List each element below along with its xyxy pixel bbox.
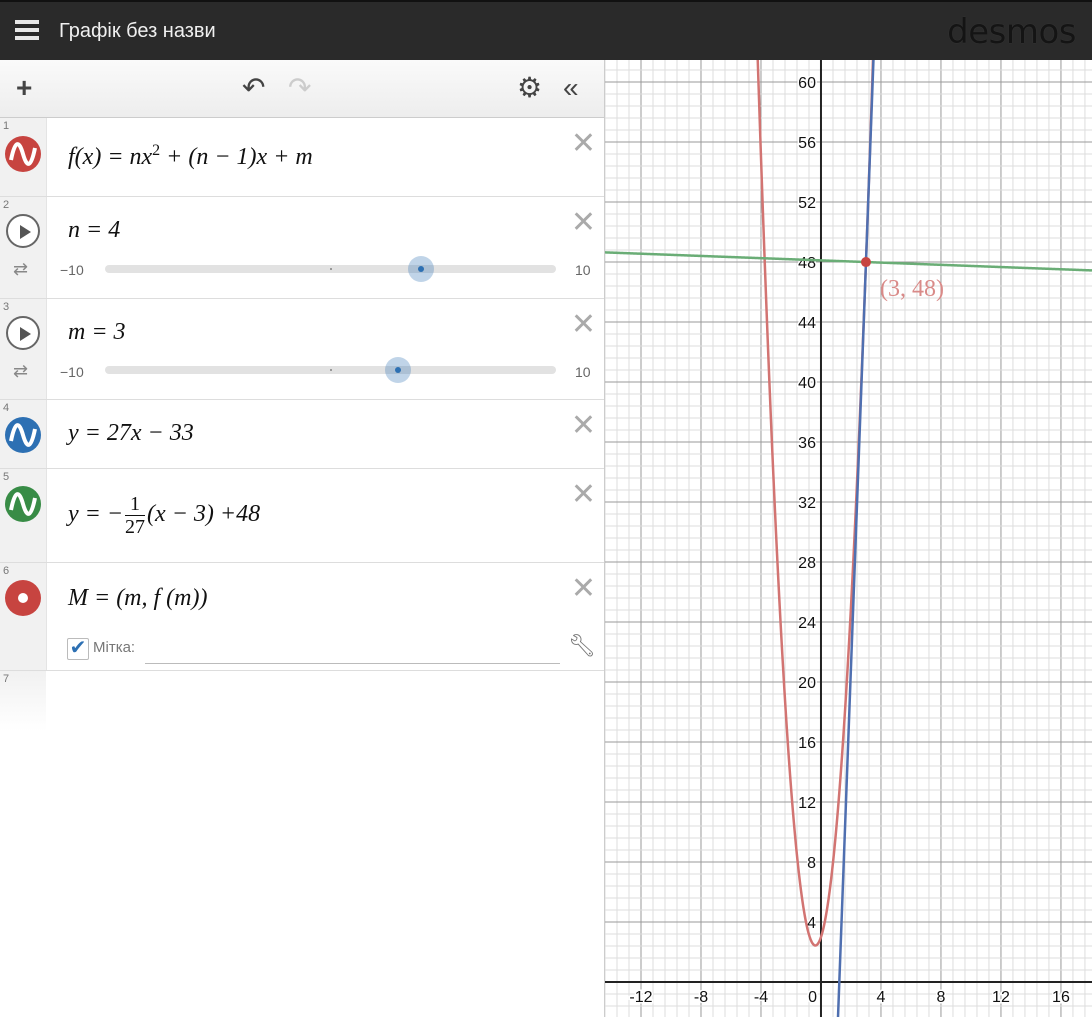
y-tick-label: 8 bbox=[807, 855, 816, 872]
slider-handle[interactable] bbox=[385, 357, 412, 383]
expression-row-3[interactable]: 3 ⇄ m = 3 −10 10 ✕ bbox=[0, 299, 604, 400]
x-tick-label: 4 bbox=[877, 989, 886, 1006]
y-tick-label: 48 bbox=[798, 255, 816, 272]
menu-icon[interactable] bbox=[15, 20, 39, 40]
expression-math[interactable]: y = 27x − 33 bbox=[68, 420, 194, 447]
slider-handle[interactable] bbox=[407, 256, 434, 282]
y-tick-label: 40 bbox=[798, 375, 816, 392]
slider-n[interactable] bbox=[105, 256, 556, 282]
expression-row-2[interactable]: 2 ⇄ n = 4 −10 10 ✕ bbox=[0, 197, 604, 299]
play-icon[interactable] bbox=[6, 316, 40, 350]
label-caption: Мітка: bbox=[93, 639, 136, 656]
y-tick-label: 56 bbox=[798, 135, 816, 152]
point-M bbox=[860, 257, 871, 268]
y-tick-label: 24 bbox=[798, 615, 816, 632]
expression-row-7[interactable]: 7 bbox=[0, 671, 604, 731]
y-tick-label: 28 bbox=[798, 555, 816, 572]
normal-curve bbox=[605, 251, 1092, 272]
slider-max[interactable]: 10 bbox=[575, 364, 591, 380]
y-tick-label: 44 bbox=[798, 315, 816, 332]
delete-icon[interactable]: ✕ bbox=[571, 205, 596, 240]
wave-icon[interactable] bbox=[5, 417, 41, 453]
x-tick-label: -4 bbox=[754, 989, 768, 1006]
wave-icon[interactable] bbox=[5, 486, 41, 522]
expression-row-4[interactable]: 4 y = 27x − 33 ✕ bbox=[0, 400, 604, 469]
expression-toolbar: + ↶ ↷ ⚙ « bbox=[0, 60, 604, 118]
delete-icon[interactable]: ✕ bbox=[571, 477, 596, 512]
undo-icon[interactable]: ↶ bbox=[242, 74, 265, 102]
y-tick-label: 16 bbox=[798, 735, 816, 752]
expression-row-5[interactable]: 5 y = −1 27 (x − 3) +48 ✕ bbox=[0, 469, 604, 563]
redo-icon[interactable]: ↷ bbox=[288, 74, 311, 102]
wrench-icon[interactable]: 🔧︎ bbox=[568, 633, 596, 659]
expression-panel: + ↶ ↷ ⚙ « 1 f(x) = nx2 + (n − 1)x + m ✕ … bbox=[0, 60, 605, 1017]
loop-icon[interactable]: ⇄ bbox=[13, 259, 28, 280]
expression-math[interactable]: f(x) = nx2 + (n − 1)x + m bbox=[68, 142, 313, 171]
slider-m[interactable] bbox=[105, 357, 556, 383]
x-tick-label: 8 bbox=[937, 989, 946, 1006]
expression-math[interactable]: M = (m, f (m)) bbox=[68, 585, 208, 612]
graph-canvas[interactable]: -12 -8 -4 0 4 8 12 1648121620242832364044485256… bbox=[605, 60, 1092, 1017]
x-tick-label: 12 bbox=[992, 989, 1010, 1006]
desmos-logo: desmos bbox=[947, 12, 1076, 52]
graph-title[interactable]: Графік без назви bbox=[59, 20, 216, 43]
y-tick-label: 36 bbox=[798, 435, 816, 452]
x-tick-label: -12 bbox=[629, 989, 652, 1006]
x-tick-label: -8 bbox=[694, 989, 708, 1006]
x-tick-label: 0 bbox=[808, 989, 817, 1006]
delete-icon[interactable]: ✕ bbox=[571, 571, 596, 606]
label-input[interactable] bbox=[145, 637, 560, 664]
y-tick-label: 32 bbox=[798, 495, 816, 512]
add-icon[interactable]: + bbox=[16, 74, 32, 102]
y-tick-label: 12 bbox=[798, 795, 816, 812]
y-tick-label: 20 bbox=[798, 675, 816, 692]
play-icon[interactable] bbox=[6, 214, 40, 248]
wave-icon[interactable] bbox=[5, 136, 41, 172]
delete-icon[interactable]: ✕ bbox=[571, 408, 596, 443]
delete-icon[interactable]: ✕ bbox=[571, 126, 596, 161]
y-tick-label: 60 bbox=[798, 75, 816, 92]
parabola-curve bbox=[756, 60, 875, 947]
gear-icon[interactable]: ⚙ bbox=[517, 74, 542, 102]
expression-math[interactable]: m = 3 bbox=[68, 319, 126, 346]
x-tick-label: 16 bbox=[1052, 989, 1070, 1006]
slider-max[interactable]: 10 bbox=[575, 262, 591, 278]
expression-row-6[interactable]: 6 M = (m, f (m)) ✕ ✔ Мітка: 🔧︎ bbox=[0, 563, 604, 671]
expression-math[interactable]: n = 4 bbox=[68, 217, 120, 244]
y-tick-label: 52 bbox=[798, 195, 816, 212]
slider-min[interactable]: −10 bbox=[60, 262, 84, 278]
loop-icon[interactable]: ⇄ bbox=[13, 361, 28, 382]
delete-icon[interactable]: ✕ bbox=[571, 307, 596, 342]
collapse-icon[interactable]: « bbox=[563, 74, 579, 102]
top-bar: Графік без назви desmos bbox=[0, 0, 1092, 60]
label-checkbox[interactable]: ✔ bbox=[67, 638, 89, 660]
slider-min[interactable]: −10 bbox=[60, 364, 84, 380]
point-label: (3, 48) bbox=[880, 276, 944, 302]
expression-row-1[interactable]: 1 f(x) = nx2 + (n − 1)x + m ✕ bbox=[0, 118, 604, 197]
point-icon[interactable] bbox=[5, 580, 41, 616]
expression-math[interactable]: y = −1 27 (x − 3) +48 bbox=[68, 493, 260, 538]
